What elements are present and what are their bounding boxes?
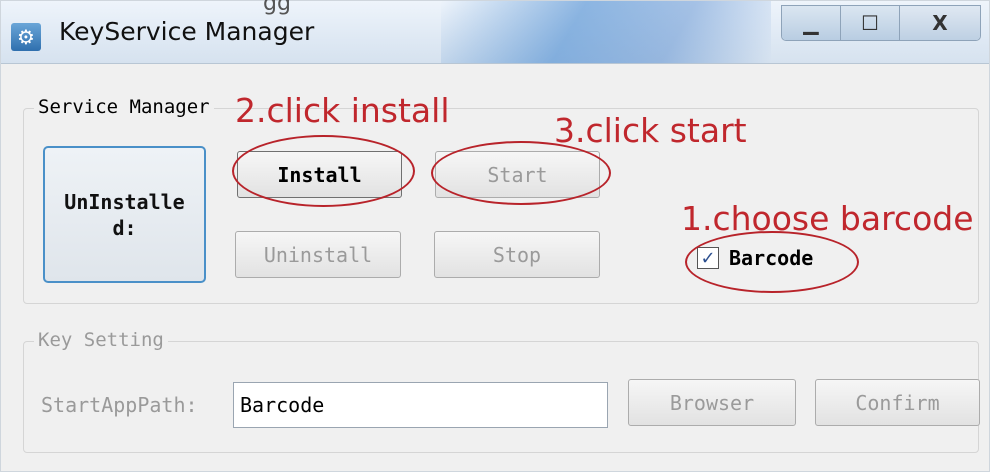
- install-highlight-ring: [232, 135, 415, 207]
- uninstall-button[interactable]: Uninstall: [235, 231, 401, 278]
- window-title: KeyService Manager: [59, 17, 315, 46]
- start-highlight-ring: [431, 141, 611, 205]
- title-bar[interactable]: gg ⚙ KeyService Manager ▁ ☐ X: [1, 0, 989, 64]
- minimize-icon[interactable]: ▁: [782, 6, 840, 40]
- key-setting-label: Key Setting: [34, 329, 168, 351]
- stop-button[interactable]: Stop: [434, 231, 600, 278]
- step3-annotation: 3.click start: [554, 111, 747, 150]
- service-status-display: UnInstalled:: [43, 146, 206, 283]
- maximize-icon[interactable]: ☐: [840, 6, 899, 40]
- step1-annotation: 1.choose barcode: [681, 199, 974, 238]
- close-icon[interactable]: X: [899, 6, 980, 40]
- start-app-path-label: StartAppPath:: [41, 393, 198, 417]
- app-gear-icon: ⚙: [11, 23, 41, 51]
- barcode-highlight-ring: [685, 231, 859, 293]
- confirm-button[interactable]: Confirm: [815, 379, 980, 426]
- title-bar-glow: [441, 1, 771, 63]
- service-manager-label: Service Manager: [34, 96, 214, 118]
- keyservice-manager-window: gg ⚙ KeyService Manager ▁ ☐ X Service Ma…: [0, 0, 990, 472]
- browser-button[interactable]: Browser: [628, 379, 796, 426]
- cropped-text-fragment: gg: [263, 0, 291, 16]
- step2-annotation: 2.click install: [235, 91, 450, 130]
- start-app-path-input[interactable]: Barcode: [233, 382, 608, 428]
- caption-buttons: ▁ ☐ X: [781, 5, 981, 41]
